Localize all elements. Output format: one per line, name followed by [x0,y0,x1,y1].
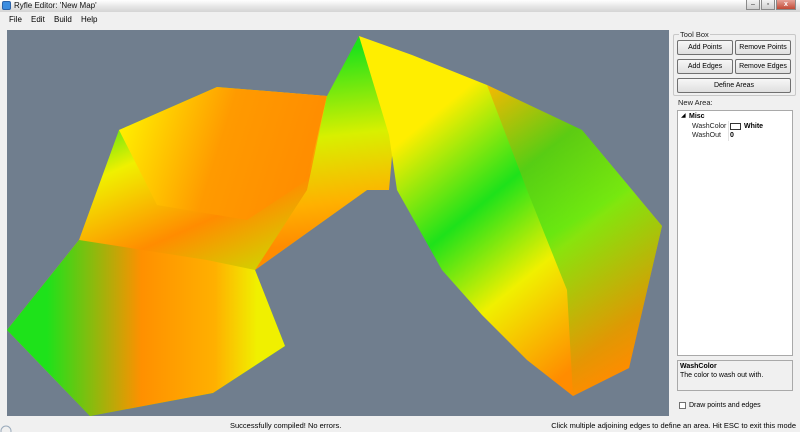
menu-build[interactable]: Build [54,14,72,25]
new-area-label: New Area: [678,98,713,107]
menu-bar: File Edit Build Help [0,12,800,27]
property-name-washcolor[interactable]: WashColor [692,122,726,131]
remove-edges-button[interactable]: Remove Edges [735,59,791,74]
window-controls: – ▫ x [746,0,796,10]
remove-points-button[interactable]: Remove Points [735,40,791,55]
draw-points-checkbox[interactable] [679,402,686,409]
status-hint: Click multiple adjoining edges to define… [551,421,796,430]
washcolor-swatch [730,123,741,130]
menu-edit[interactable]: Edit [31,14,45,25]
property-divider [728,121,729,141]
status-message: Successfully compiled! No errors. [230,421,342,430]
map-viewport[interactable] [7,30,669,416]
property-description: WashColor The color to wash out with. [677,360,793,391]
status-grip-icon [0,425,12,432]
close-icon[interactable]: x [776,0,796,10]
add-edges-button[interactable]: Add Edges [677,59,733,74]
app-icon [2,1,11,10]
toolbox-title: Tool Box [679,30,710,39]
add-points-button[interactable]: Add Points [677,40,733,55]
menu-file[interactable]: File [9,14,22,25]
toolbox-panel: Tool Box Add Points Remove Points Add Ed… [673,30,796,416]
title-bar: Ryfle Editor: 'New Map' – ▫ x [0,0,800,12]
description-title: WashColor [680,363,717,370]
collapse-triangle-icon[interactable]: ◢ [681,112,686,121]
window-title: Ryfle Editor: 'New Map' [14,1,97,10]
property-value-washout[interactable]: 0 [730,131,734,140]
draw-points-label[interactable]: Draw points and edges [689,401,761,410]
category-name: Misc [689,113,705,120]
property-value-washcolor[interactable]: White [744,122,763,131]
property-grid[interactable]: ◢ Misc WashColor White WashOut 0 [677,110,793,356]
property-name-washout[interactable]: WashOut [692,131,721,140]
description-text: The color to wash out with. [680,372,764,379]
menu-help[interactable]: Help [81,14,97,25]
status-bar: Successfully compiled! No errors. Click … [0,419,800,432]
maximize-icon[interactable]: ▫ [761,0,775,10]
define-areas-button[interactable]: Define Areas [677,78,791,93]
property-category[interactable]: ◢ Misc [679,112,791,121]
minimize-icon[interactable]: – [746,0,760,10]
